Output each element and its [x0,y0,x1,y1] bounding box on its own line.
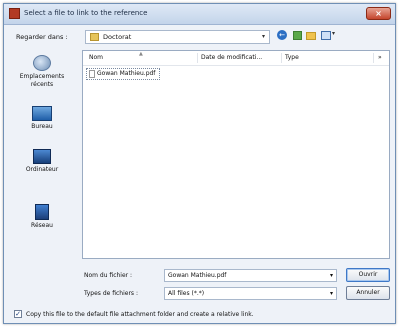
computer-icon [33,149,51,164]
filename-value: Gowan Mathieu.pdf [168,272,227,279]
chevron-down-icon[interactable]: ▾ [330,272,333,279]
copy-file-label: Copy this file to the default file attac… [26,311,254,318]
copy-file-checkbox[interactable]: ✓ [14,310,22,318]
chevron-down-icon[interactable]: ▾ [330,290,333,297]
network-icon [35,204,49,220]
place-label: Emplacements récents [19,73,65,88]
sort-ascending-icon: ▲ [139,51,143,57]
new-folder-icon [306,32,316,40]
back-button[interactable]: ← [276,29,288,42]
pdf-file-icon [89,70,95,78]
column-header-type[interactable]: Type [285,54,299,61]
close-button[interactable]: × [366,7,391,20]
column-header-date[interactable]: Date de modificati... [201,54,262,61]
file-list[interactable]: Nom ▲ Date de modificati... Type » Gowan… [82,50,390,259]
back-arrow-icon: ← [277,30,287,40]
lookin-value: Doctorat [103,33,132,41]
place-network[interactable]: Réseau [9,204,75,230]
title-bar: Select a file to link to the reference × [4,4,395,25]
cancel-button[interactable]: Annuler [346,286,390,300]
place-label: Bureau [31,123,53,130]
app-icon [9,8,20,19]
filename-input[interactable]: Gowan Mathieu.pdf ▾ [164,269,337,282]
file-name: Gowan Mathieu.pdf [97,70,156,77]
filetype-select[interactable]: All files (*.*) ▾ [164,287,337,300]
filetype-value: All files (*.*) [168,290,205,297]
filename-label: Nom du fichier : [84,272,133,279]
column-header-name[interactable]: Nom [89,54,103,61]
folder-icon [90,33,99,41]
column-divider[interactable] [197,53,198,63]
column-divider[interactable] [281,53,282,63]
view-menu-button[interactable]: ▾ [320,29,339,42]
chevron-down-icon: ▾ [261,33,265,40]
new-folder-button[interactable] [305,29,317,42]
lookin-label: Regarder dans : [16,33,68,41]
up-folder-button[interactable] [291,29,303,42]
place-label: Ordinateur [25,166,59,173]
file-dialog: Select a file to link to the reference ×… [3,3,396,324]
place-label: Réseau [31,222,53,229]
column-divider[interactable] [373,53,374,63]
column-header-row: Nom ▲ Date de modificati... Type » [83,51,389,66]
dialog-title: Select a file to link to the reference [24,9,148,17]
recent-places-icon [33,55,51,71]
open-button[interactable]: Ouvrir [346,268,390,282]
view-dropdown-icon: ▾ [332,30,336,37]
desktop-icon [32,106,52,121]
filetype-label: Types de fichiers : [84,290,138,297]
place-recent[interactable]: Emplacements récents [9,55,75,89]
lookin-dropdown[interactable]: Doctorat ▾ [85,30,270,44]
place-computer[interactable]: Ordinateur [9,149,75,174]
column-overflow-icon[interactable]: » [378,54,382,61]
places-bar: Emplacements récents Bureau Ordinateur R… [9,51,75,256]
file-row[interactable]: Gowan Mathieu.pdf [86,68,161,80]
up-folder-icon [293,31,302,40]
place-desktop[interactable]: Bureau [9,106,75,131]
view-icon [321,31,331,40]
